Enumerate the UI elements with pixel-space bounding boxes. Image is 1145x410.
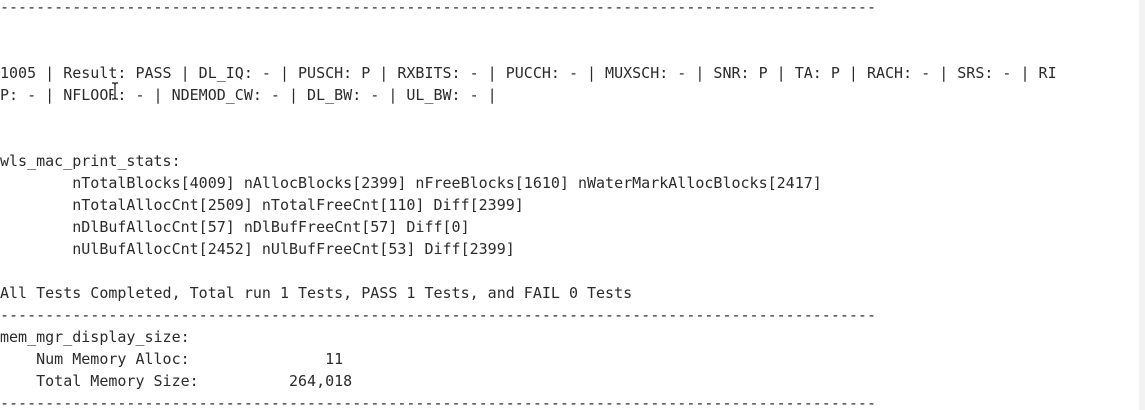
stats-line: nTotalBlocks[4009] nAllocBlocks[2399] nF… [0, 174, 822, 192]
separator-line: ----------------------------------------… [0, 394, 876, 410]
mem-size-line: Total Memory Size: 264,018 [0, 372, 353, 390]
mem-mgr-heading: mem_mgr_display_size: [0, 328, 190, 346]
terminal-output[interactable]: ----------------------------------------… [0, 0, 1145, 410]
test-result-line-continued: P: - | NFLOOR: - | NDEMOD_CW: - | DL_BW:… [0, 86, 497, 104]
summary-line: All Tests Completed, Total run 1 Tests, … [0, 284, 633, 302]
mem-alloc-line: Num Memory Alloc: 11 [0, 350, 344, 368]
stats-line: nTotalAllocCnt[2509] nTotalFreeCnt[110] … [0, 196, 524, 214]
vertical-scrollbar[interactable] [1139, 0, 1145, 410]
stats-line: nDlBufAllocCnt[57] nDlBufFreeCnt[57] Dif… [0, 218, 470, 236]
test-result-line: 1005 | Result: PASS | DL_IQ: - | PUSCH: … [0, 64, 1057, 82]
stats-line: nUlBufAllocCnt[2452] nUlBufFreeCnt[53] D… [0, 240, 515, 258]
separator-line: ----------------------------------------… [0, 306, 876, 324]
separator-line: ----------------------------------------… [0, 0, 876, 16]
scrollbar-thumb[interactable] [1139, 0, 1145, 410]
stats-heading: wls_mac_print_stats: [0, 152, 181, 170]
